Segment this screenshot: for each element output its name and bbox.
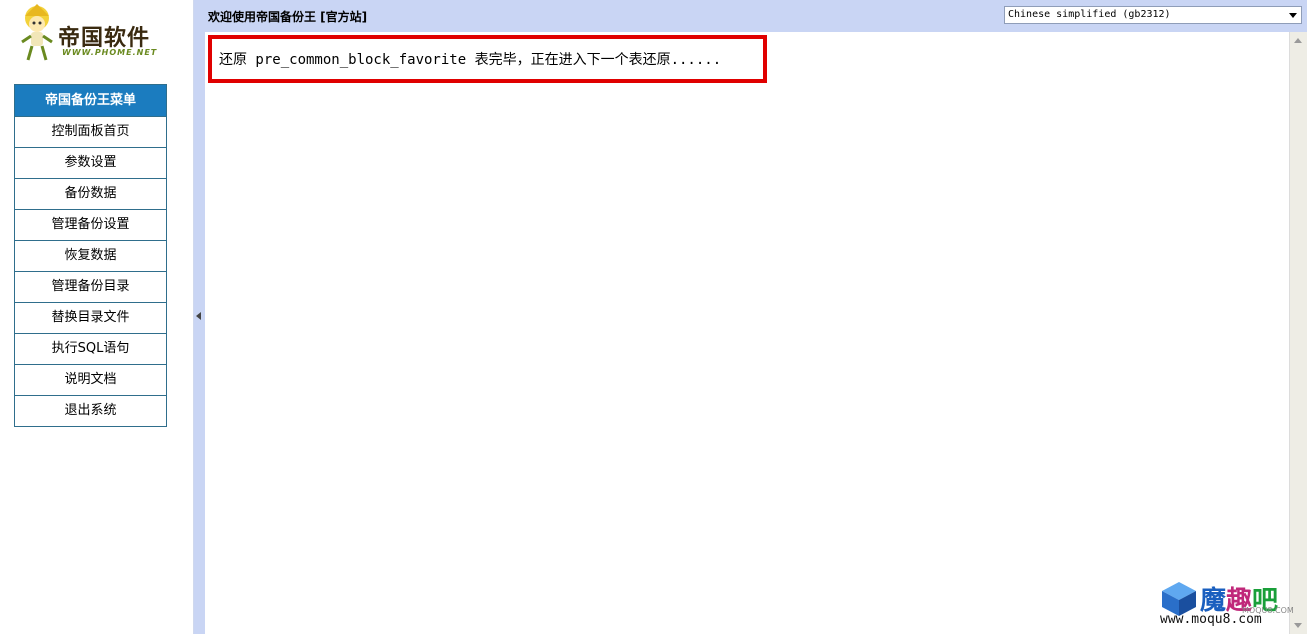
scroll-up-button[interactable]	[1290, 32, 1307, 49]
chevron-down-icon[interactable]	[1289, 13, 1297, 18]
header-bar: 欢迎使用帝国备份王 [官方站] Chinese simplified (gb23…	[205, 0, 1307, 32]
menu-item-replace-dir-files[interactable]: 替换目录文件	[15, 303, 166, 334]
status-highlight-box: 还原 pre_common_block_favorite 表完毕，正在进入下一个…	[208, 35, 767, 83]
watermark: 魔趣吧 MOQU8.COM www.moqu8.com	[1160, 580, 1294, 634]
sidebar-menu: 帝国备份王菜单 控制面板首页 参数设置 备份数据 管理备份设置 恢复数据 管理备…	[14, 84, 167, 427]
menu-item-docs[interactable]: 说明文档	[15, 365, 166, 396]
left-frame: 帝国软件 WWW.PHOME.NET 帝国备份王菜单 控制面板首页 参数设置 备…	[0, 0, 194, 634]
menu-item-restore-data[interactable]: 恢复数据	[15, 241, 166, 272]
menu-item-manage-backup-dir[interactable]: 管理备份目录	[15, 272, 166, 303]
language-select[interactable]: Chinese simplified (gb2312)	[1004, 6, 1302, 24]
menu-item-run-sql[interactable]: 执行SQL语句	[15, 334, 166, 365]
arrow-down-icon	[1294, 623, 1302, 628]
welcome-text[interactable]: 欢迎使用帝国备份王 [官方站]	[208, 8, 367, 25]
vertical-scrollbar[interactable]	[1289, 32, 1307, 634]
logo[interactable]: 帝国软件 WWW.PHOME.NET	[18, 4, 168, 66]
arrow-up-icon	[1294, 38, 1302, 43]
menu-item-manage-backup-settings[interactable]: 管理备份设置	[15, 210, 166, 241]
menu-item-logout[interactable]: 退出系统	[15, 396, 166, 426]
logo-url: WWW.PHOME.NET	[62, 48, 158, 57]
language-selected-value: Chinese simplified (gb2312)	[1008, 9, 1171, 20]
menu-item-backup-data[interactable]: 备份数据	[15, 179, 166, 210]
status-message: 还原 pre_common_block_favorite 表完毕，正在进入下一个…	[219, 52, 722, 68]
main-content: 还原 pre_common_block_favorite 表完毕，正在进入下一个…	[205, 32, 1289, 634]
menu-item-control-panel[interactable]: 控制面板首页	[15, 117, 166, 148]
menu-title: 帝国备份王菜单	[15, 85, 166, 117]
watermark-site: www.moqu8.com	[1160, 612, 1262, 627]
collapse-arrow-icon[interactable]	[196, 312, 201, 320]
mascot-icon	[21, 4, 53, 61]
scroll-down-button[interactable]	[1290, 617, 1307, 634]
frame-splitter[interactable]	[194, 0, 205, 634]
menu-item-settings[interactable]: 参数设置	[15, 148, 166, 179]
